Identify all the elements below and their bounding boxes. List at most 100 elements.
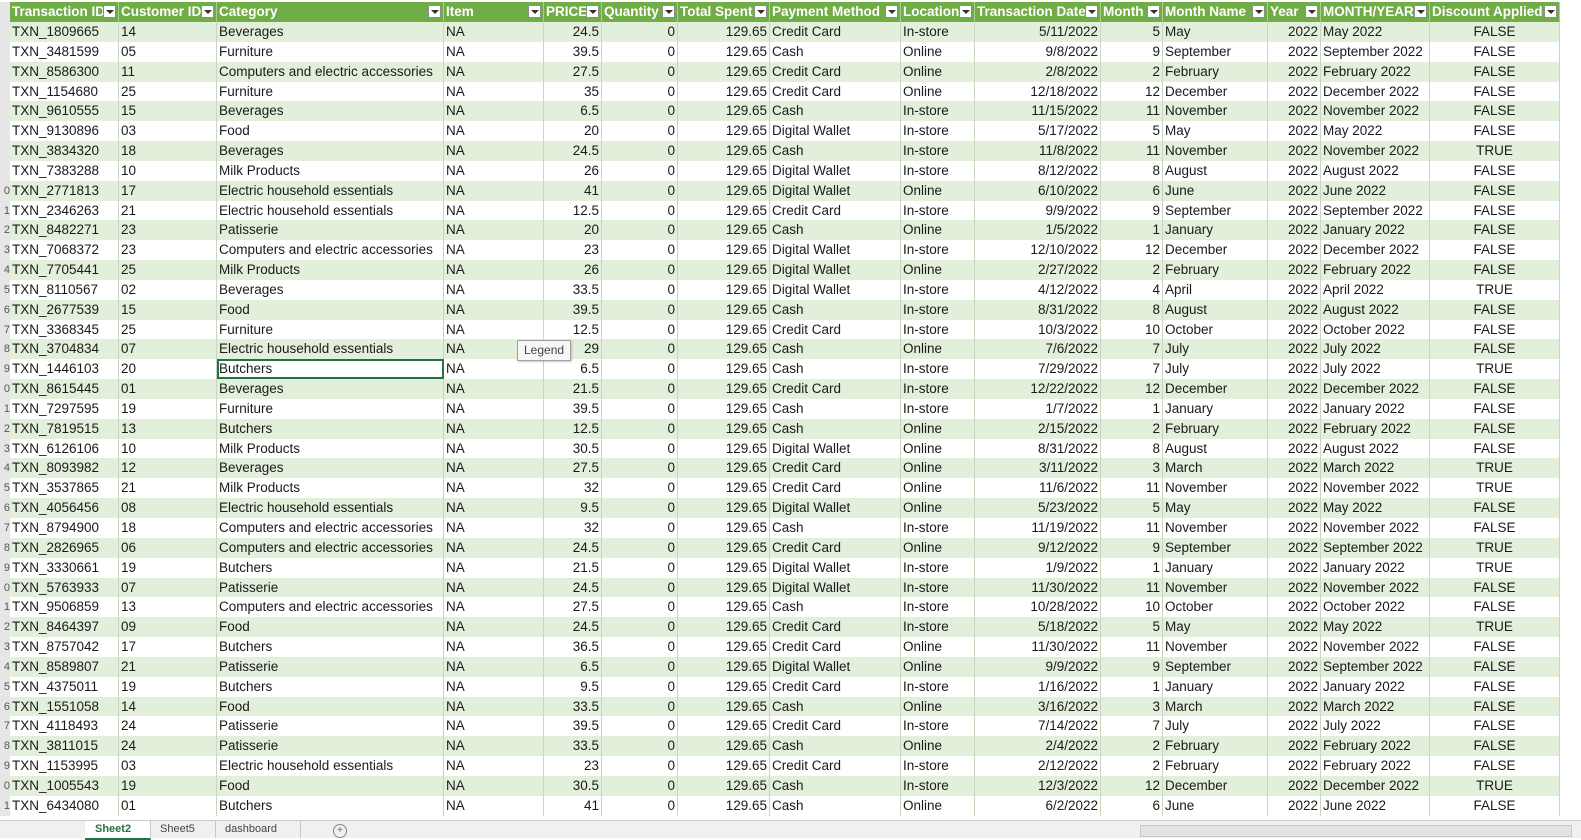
- table-cell[interactable]: February: [1163, 61, 1268, 82]
- filter-dropdown-icon[interactable]: [885, 5, 898, 18]
- table-cell[interactable]: NA: [444, 299, 544, 320]
- table-cell[interactable]: 129.65: [678, 160, 770, 181]
- table-cell[interactable]: April 2022: [1321, 279, 1430, 300]
- table-cell[interactable]: 9: [1101, 537, 1163, 558]
- table-cell[interactable]: 12/3/2022: [975, 775, 1101, 796]
- column-header[interactable]: Payment Method: [770, 2, 901, 22]
- table-cell[interactable]: In-store: [901, 160, 975, 181]
- table-cell[interactable]: Digital Wallet: [770, 279, 901, 300]
- table-cell[interactable]: 19: [119, 775, 217, 796]
- table-cell[interactable]: 6.5: [544, 359, 602, 380]
- table-cell[interactable]: 18: [119, 141, 217, 162]
- table-cell[interactable]: August 2022: [1321, 160, 1430, 181]
- table-cell[interactable]: 12.5: [544, 200, 602, 221]
- table-cell[interactable]: 32: [544, 478, 602, 499]
- table-cell[interactable]: 2022: [1268, 775, 1321, 796]
- table-cell[interactable]: 25: [119, 319, 217, 340]
- table-cell[interactable]: 1: [1101, 676, 1163, 697]
- table-cell[interactable]: September 2022: [1321, 537, 1430, 558]
- table-cell[interactable]: NA: [444, 379, 544, 400]
- table-cell[interactable]: March: [1163, 696, 1268, 717]
- table-cell[interactable]: 0: [602, 101, 678, 122]
- table-cell[interactable]: 6.5: [544, 656, 602, 677]
- table-cell[interactable]: Beverages: [217, 379, 444, 400]
- table-cell[interactable]: TXN_3330661: [10, 557, 119, 578]
- table-cell[interactable]: NA: [444, 716, 544, 737]
- table-cell[interactable]: Electric household essentials: [217, 756, 444, 777]
- table-cell[interactable]: 8: [1101, 299, 1163, 320]
- table-cell[interactable]: 2022: [1268, 617, 1321, 638]
- table-cell[interactable]: Cash: [770, 418, 901, 439]
- table-cell[interactable]: July: [1163, 339, 1268, 360]
- table-cell[interactable]: 27.5: [544, 458, 602, 479]
- table-cell[interactable]: 129.65: [678, 299, 770, 320]
- table-cell[interactable]: 32: [544, 518, 602, 538]
- table-cell[interactable]: Cash: [770, 141, 901, 162]
- table-cell[interactable]: 41: [544, 180, 602, 201]
- table-cell[interactable]: 41: [544, 795, 602, 816]
- table-cell[interactable]: 2022: [1268, 339, 1321, 360]
- table-cell[interactable]: 5/17/2022: [975, 121, 1101, 142]
- table-cell[interactable]: November 2022: [1321, 518, 1430, 538]
- table-cell[interactable]: August 2022: [1321, 299, 1430, 320]
- table-cell[interactable]: NA: [444, 597, 544, 618]
- table-cell[interactable]: Digital Wallet: [770, 240, 901, 261]
- table-cell[interactable]: May 2022: [1321, 498, 1430, 519]
- table-cell[interactable]: 2/12/2022: [975, 756, 1101, 777]
- table-cell[interactable]: April: [1163, 279, 1268, 300]
- table-cell[interactable]: Furniture: [217, 41, 444, 62]
- table-cell[interactable]: Butchers: [217, 676, 444, 697]
- table-cell[interactable]: 21: [119, 200, 217, 221]
- table-cell[interactable]: 12/22/2022: [975, 379, 1101, 400]
- table-cell[interactable]: FALSE: [1430, 260, 1560, 281]
- table-cell[interactable]: 2022: [1268, 537, 1321, 558]
- sheet-tab[interactable]: dashboard: [215, 821, 301, 838]
- table-cell[interactable]: TRUE: [1430, 775, 1560, 796]
- table-cell[interactable]: TXN_7068372: [10, 240, 119, 261]
- table-cell[interactable]: TXN_4375011: [10, 676, 119, 697]
- table-cell[interactable]: 129.65: [678, 418, 770, 439]
- table-cell[interactable]: 129.65: [678, 458, 770, 479]
- table-cell[interactable]: 2/8/2022: [975, 61, 1101, 82]
- table-cell[interactable]: FALSE: [1430, 518, 1560, 538]
- table-cell[interactable]: FALSE: [1430, 736, 1560, 757]
- table-cell[interactable]: In-store: [901, 279, 975, 300]
- table-cell[interactable]: FALSE: [1430, 696, 1560, 717]
- table-cell[interactable]: Beverages: [217, 279, 444, 300]
- table-cell[interactable]: 2022: [1268, 81, 1321, 102]
- table-cell[interactable]: Patisserie: [217, 220, 444, 241]
- table-cell[interactable]: November: [1163, 518, 1268, 538]
- table-cell[interactable]: May 2022: [1321, 617, 1430, 638]
- table-cell[interactable]: Credit Card: [770, 22, 901, 42]
- table-cell[interactable]: 9/8/2022: [975, 41, 1101, 62]
- table-cell[interactable]: 129.65: [678, 398, 770, 419]
- table-cell[interactable]: 2/27/2022: [975, 260, 1101, 281]
- table-cell[interactable]: 25: [119, 260, 217, 281]
- table-cell[interactable]: 18: [119, 518, 217, 538]
- table-cell[interactable]: In-store: [901, 617, 975, 638]
- table-cell[interactable]: 23: [544, 756, 602, 777]
- table-cell[interactable]: TXN_9130896: [10, 121, 119, 142]
- filter-dropdown-icon[interactable]: [959, 5, 972, 18]
- table-cell[interactable]: Computers and electric accessories: [217, 240, 444, 261]
- table-cell[interactable]: October 2022: [1321, 319, 1430, 340]
- table-cell[interactable]: 13: [119, 418, 217, 439]
- table-cell[interactable]: NA: [444, 220, 544, 241]
- table-cell[interactable]: TXN_2346263: [10, 200, 119, 221]
- table-cell[interactable]: 129.65: [678, 557, 770, 578]
- table-cell[interactable]: Cash: [770, 398, 901, 419]
- table-cell[interactable]: 1/9/2022: [975, 557, 1101, 578]
- table-cell[interactable]: Online: [901, 438, 975, 459]
- table-cell[interactable]: 0: [602, 498, 678, 519]
- table-cell[interactable]: January: [1163, 676, 1268, 697]
- table-cell[interactable]: September 2022: [1321, 200, 1430, 221]
- filter-dropdown-icon[interactable]: [528, 5, 541, 18]
- table-cell[interactable]: 0: [602, 81, 678, 102]
- table-cell[interactable]: 129.65: [678, 716, 770, 737]
- table-cell[interactable]: Milk Products: [217, 438, 444, 459]
- table-cell[interactable]: 8/31/2022: [975, 299, 1101, 320]
- filter-dropdown-icon[interactable]: [428, 5, 441, 18]
- table-cell[interactable]: Online: [901, 418, 975, 439]
- table-cell[interactable]: 0: [602, 756, 678, 777]
- table-cell[interactable]: FALSE: [1430, 438, 1560, 459]
